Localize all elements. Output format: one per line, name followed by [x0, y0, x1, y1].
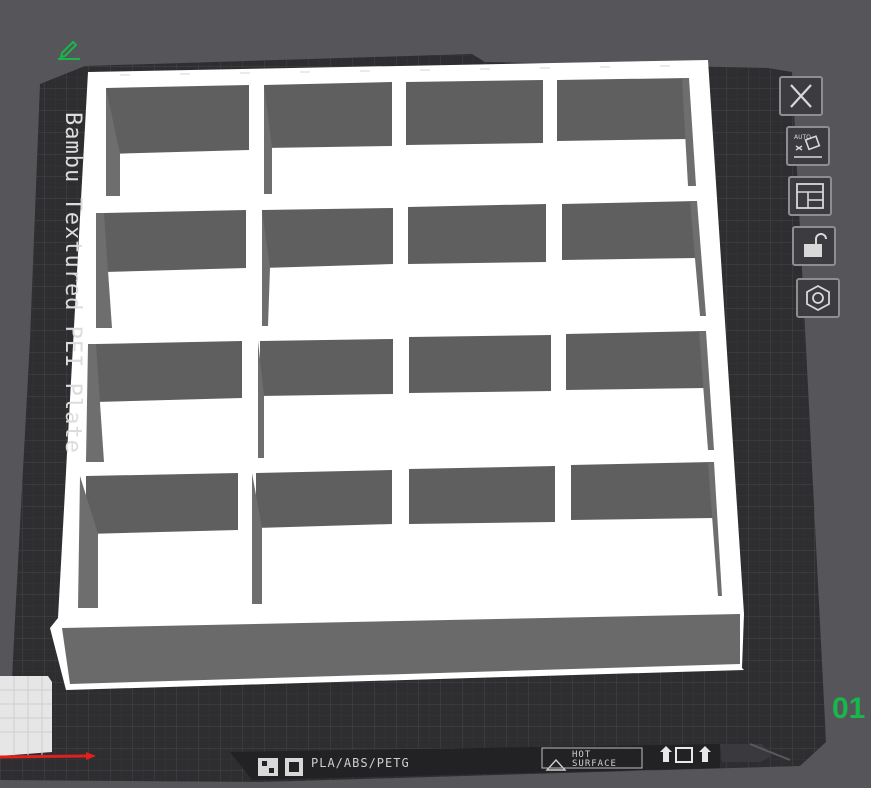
arrange-icon — [796, 183, 824, 209]
hot-surface-warning-line2: SURFACE — [572, 759, 617, 769]
arrange-button[interactable] — [788, 176, 832, 216]
material-compat-text: PLA/ABS/PETG — [311, 756, 410, 770]
unlock-icon — [804, 233, 827, 257]
close-icon — [790, 84, 812, 108]
lock-plate-button[interactable] — [792, 226, 836, 266]
scene — [0, 54, 826, 782]
svg-text:AUTO: AUTO — [794, 134, 811, 141]
auto-orient-icon: AUTO — [794, 134, 822, 158]
plate-type-label: Bambu Textured PEI Plate — [60, 112, 85, 454]
hex-nut-icon — [806, 284, 830, 312]
auto-orient-button[interactable]: AUTO — [786, 126, 830, 166]
plate-settings-button[interactable] — [796, 278, 840, 318]
origin-marker — [0, 676, 52, 756]
pencil-icon[interactable] — [56, 38, 82, 60]
close-plate-button[interactable] — [779, 76, 823, 116]
x-axis-line — [0, 754, 87, 759]
grid-organizer-model[interactable] — [50, 60, 744, 690]
layer-number: 01 — [832, 692, 866, 725]
3d-viewport[interactable]: Bambu Textured PEI Plate AUTO 01 PLA/ABS… — [0, 0, 871, 788]
